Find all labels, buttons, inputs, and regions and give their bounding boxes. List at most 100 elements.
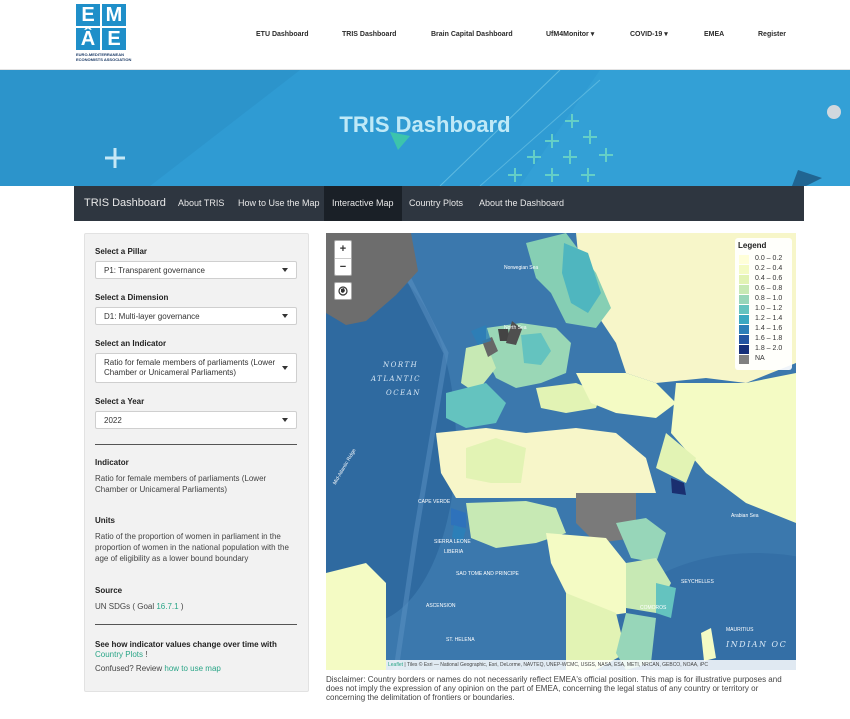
logo-subtitle: EURO-MEDITERRANEAN ECONOMISTS ASSOCIATIO… xyxy=(76,52,132,62)
sea-label: OCEAN xyxy=(386,389,421,397)
sea-label: North Sea xyxy=(504,325,527,331)
chevron-down-icon xyxy=(282,418,288,422)
tab-how-to-use-map[interactable]: How to Use the Map xyxy=(238,186,320,221)
tab-about-dashboard[interactable]: About the Dashboard xyxy=(479,186,564,221)
legend-label: 0.6 – 0.8 xyxy=(755,285,783,292)
confused-prefix: Confused? Review xyxy=(95,664,165,673)
country-label: SIERRA LEONE xyxy=(434,539,471,545)
nav-covid19-dropdown[interactable]: COVID-19 ▾ xyxy=(630,30,668,40)
map-legend: Legend 0.0 – 0.2 0.2 – 0.4 0.4 – 0.6 0.6 – … xyxy=(735,238,792,370)
country-label: ST. HELENA xyxy=(446,637,475,643)
source-text: UN SDGs ( Goal 16.7.1 ) xyxy=(95,601,300,612)
legend-title: Legend xyxy=(738,241,767,250)
filter-sidebar: Select a Pillar P1: Transparent governan… xyxy=(84,233,309,692)
legend-label: 0.4 – 0.6 xyxy=(755,275,783,282)
tab-country-plots[interactable]: Country Plots xyxy=(409,186,463,221)
navbar-brand[interactable]: TRIS Dashboard xyxy=(84,186,166,221)
map-canvas[interactable] xyxy=(326,233,796,670)
legend-label: 0.0 – 0.2 xyxy=(755,255,783,262)
legend-swatch xyxy=(739,285,749,294)
page: E M Â E EURO-MEDITERRANEAN ECONOMISTS AS… xyxy=(0,0,850,719)
nav-ufm4monitor-dropdown[interactable]: UfM4Monitor ▾ xyxy=(546,30,594,40)
pillar-select[interactable]: P1: Transparent governance xyxy=(95,261,297,279)
legend-label: NA xyxy=(755,355,765,362)
choropleth-map[interactable]: NORTH ATLANTIC OCEAN INDIAN OC Norwegian… xyxy=(326,233,796,670)
nav-register[interactable]: Register xyxy=(758,30,786,40)
indicator-description: Ratio for female members of parliaments … xyxy=(95,474,267,494)
country-label: SEYCHELLES xyxy=(681,579,714,585)
sea-label: ATLANTIC xyxy=(371,375,421,383)
country-label: CAPE VERDE xyxy=(418,499,451,505)
nav-brain-capital-dashboard[interactable]: Brain Capital Dashboard xyxy=(431,30,513,40)
divider xyxy=(95,624,297,625)
nav-etu-dashboard[interactable]: ETU Dashboard xyxy=(256,30,309,40)
dimension-select[interactable]: D1: Multi-layer governance xyxy=(95,307,297,325)
logo-letter: E xyxy=(76,4,100,26)
pillar-label: Select a Pillar xyxy=(95,247,148,256)
sea-label: Arabian Sea xyxy=(731,513,759,519)
hero-banner: TRIS Dashboard xyxy=(0,70,850,186)
chevron-down-icon xyxy=(282,366,288,370)
legend-label: 1.2 – 1.4 xyxy=(755,315,783,322)
how-to-use-map-link[interactable]: how to use map xyxy=(164,664,220,673)
sea-label: Norwegian Sea xyxy=(504,265,539,271)
divider xyxy=(95,444,297,445)
dimension-select-value: D1: Multi-layer governance xyxy=(104,312,200,321)
legend-label: 1.4 – 1.6 xyxy=(755,325,783,332)
legend-label: 1.8 – 2.0 xyxy=(755,345,783,352)
nav-tris-dashboard[interactable]: TRIS Dashboard xyxy=(342,30,396,40)
logo-letter: E xyxy=(102,28,126,50)
attribution-text: | Tiles © Esri — National Geographic, Es… xyxy=(403,662,708,668)
chevron-down-icon xyxy=(282,268,288,272)
legend-swatch xyxy=(739,275,749,284)
zoom-control: + − xyxy=(334,240,352,276)
legend-swatch xyxy=(739,355,749,364)
tab-about-tris[interactable]: About TRIS xyxy=(178,186,224,221)
site-header: E M Â E EURO-MEDITERRANEAN ECONOMISTS AS… xyxy=(0,0,850,70)
zoom-out-button[interactable]: − xyxy=(335,258,351,275)
emea-logo[interactable]: E M Â E EURO-MEDITERRANEAN ECONOMISTS AS… xyxy=(74,4,132,66)
indicator-select-value: Ratio for female members of parliaments … xyxy=(104,358,276,377)
indicator-heading: Indicator xyxy=(95,458,129,467)
legend-label: 1.0 – 1.2 xyxy=(755,305,783,312)
country-label: LIBERIA xyxy=(444,549,464,555)
legend-swatch xyxy=(739,325,749,334)
reset-view-button[interactable] xyxy=(334,282,352,300)
legend-swatch xyxy=(739,335,749,344)
page-title: TRIS Dashboard xyxy=(339,112,511,137)
legend-swatch xyxy=(739,315,749,324)
indicator-select[interactable]: Ratio for female members of parliaments … xyxy=(95,353,297,383)
country-label: SAO TOME AND PRINCIPE xyxy=(456,571,519,577)
legend-swatch xyxy=(739,265,749,274)
sea-label: INDIAN OC xyxy=(726,640,788,649)
units-description: Ratio of the proportion of women in parl… xyxy=(95,532,289,563)
legend-swatch xyxy=(739,295,749,304)
dimension-label: Select a Dimension xyxy=(95,293,169,302)
source-heading: Source xyxy=(95,586,123,595)
source-goal-link[interactable]: 16.7.1 xyxy=(156,602,178,611)
legend-swatch xyxy=(739,305,749,314)
legend-label: 0.8 – 1.0 xyxy=(755,295,783,302)
pillar-select-value: P1: Transparent governance xyxy=(104,266,205,275)
chevron-down-icon xyxy=(282,314,288,318)
legend-label: 1.6 – 1.8 xyxy=(755,335,783,342)
indicator-label: Select an Indicator xyxy=(95,339,167,348)
source-suffix: ) xyxy=(178,602,184,611)
country-label: MAURITIUS xyxy=(726,627,754,633)
zoom-in-button[interactable]: + xyxy=(335,241,351,258)
year-select[interactable]: 2022 xyxy=(95,411,297,429)
units-heading: Units xyxy=(95,516,115,525)
country-plots-link[interactable]: Country Plots xyxy=(95,650,143,659)
legend-swatch xyxy=(739,345,749,354)
source-prefix: UN SDGs ( Goal xyxy=(95,602,157,611)
disclaimer: Disclaimer: Country borders or names do … xyxy=(326,675,782,702)
nav-emea[interactable]: EMEA xyxy=(704,30,724,40)
country-label: ASCENSION xyxy=(426,603,456,609)
tab-interactive-map[interactable]: Interactive Map xyxy=(324,186,402,221)
legend-swatch xyxy=(739,255,749,264)
leaflet-link[interactable]: Leaflet xyxy=(388,662,403,668)
year-select-value: 2022 xyxy=(104,416,122,425)
country-label: COMOROS xyxy=(640,605,667,611)
logo-letter: Â xyxy=(76,28,100,50)
year-label: Select a Year xyxy=(95,397,145,406)
